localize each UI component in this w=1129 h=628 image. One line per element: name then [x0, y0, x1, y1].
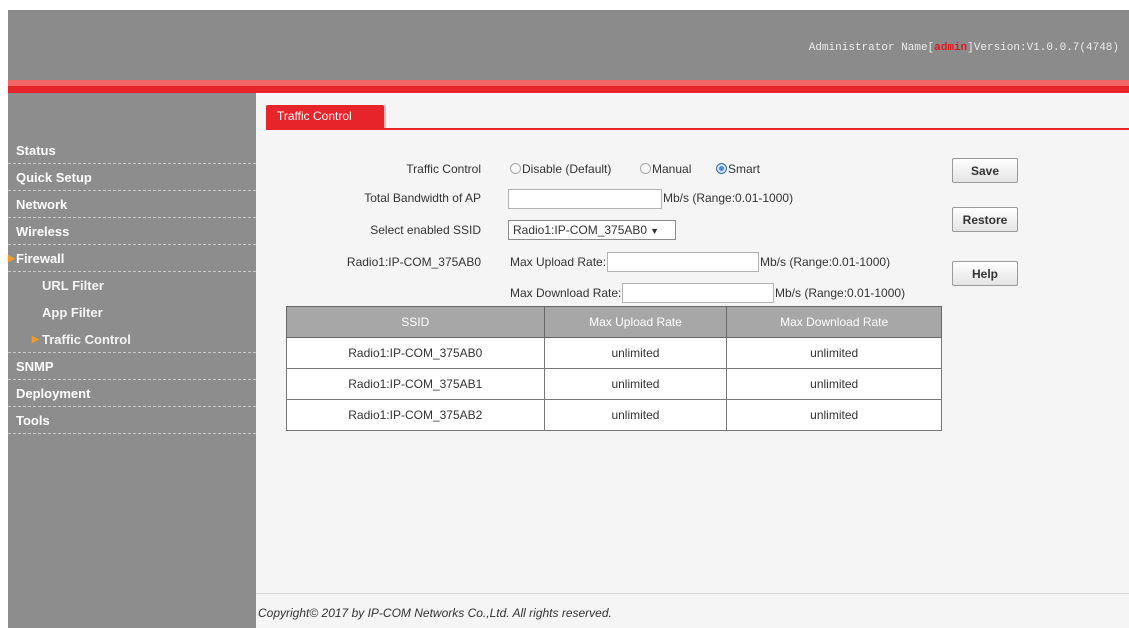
- max-download-label: Max Download Rate:: [510, 286, 622, 300]
- radio-disable-label: Disable (Default): [522, 162, 612, 176]
- sidebar-item-firewall[interactable]: ▶ Firewall: [8, 245, 256, 272]
- bandwidth-label: Total Bandwidth of AP: [364, 191, 481, 205]
- copyright-footer: Copyright© 2017 by IP-COM Networks Co.,L…: [256, 593, 1129, 628]
- cell-download: unlimited: [726, 368, 942, 400]
- sidebar-item-quick-setup[interactable]: Quick Setup: [8, 164, 256, 191]
- radio-manual[interactable]: [640, 163, 651, 174]
- max-upload-range: Mb/s (Range:0.01-1000): [760, 255, 891, 269]
- table-row: Radio1:IP-COM_375AB1 unlimited unlimited: [286, 368, 942, 400]
- column-header-ssid: SSID: [286, 306, 545, 338]
- cell-download: unlimited: [726, 399, 942, 431]
- cell-ssid: Radio1:IP-COM_375AB2: [286, 399, 545, 431]
- column-header-upload: Max Upload Rate: [543, 306, 728, 338]
- triangle-right-icon: ▶: [32, 334, 39, 344]
- radio-ssid-label: Radio1:IP-COM_375AB0: [346, 255, 481, 269]
- cell-upload: unlimited: [543, 368, 728, 400]
- max-upload-input[interactable]: [607, 252, 759, 272]
- save-button[interactable]: Save: [952, 158, 1018, 183]
- cell-ssid: Radio1:IP-COM_375AB1: [286, 368, 545, 400]
- header-accent-bar: [8, 86, 1129, 93]
- table-header-row: SSID Max Upload Rate Max Download Rate: [286, 306, 942, 338]
- table-row: Radio1:IP-COM_375AB0 unlimited unlimited: [286, 337, 942, 369]
- sidebar-item-label: URL Filter: [42, 278, 104, 293]
- cell-download: unlimited: [726, 337, 942, 369]
- sidebar-item-label: Tools: [16, 413, 50, 428]
- sidebar-menu: Status Quick Setup Network Wireless ▶ Fir…: [8, 137, 256, 434]
- sidebar-item-label: Status: [16, 143, 56, 158]
- radio-smart-label: Smart: [728, 162, 761, 176]
- traffic-control-label: Traffic Control: [406, 162, 481, 176]
- tab-underline: [266, 128, 1129, 130]
- sidebar-item-label: Firewall: [16, 251, 65, 266]
- sidebar-item-app-filter[interactable]: App Filter: [8, 299, 256, 326]
- cell-upload: unlimited: [543, 337, 728, 369]
- sidebar-item-deployment[interactable]: Deployment: [8, 380, 256, 407]
- bandwidth-input[interactable]: [508, 189, 662, 209]
- top-header: Administrator Name[admin]Version:V1.0.0.…: [8, 10, 1129, 82]
- radio-disable[interactable]: [510, 163, 521, 174]
- radio-manual-label: Manual: [652, 162, 692, 176]
- tab-traffic-control[interactable]: Traffic Control: [266, 105, 384, 128]
- admin-prefix: Administrator Name[: [808, 42, 935, 54]
- sidebar-item-network[interactable]: Network: [8, 191, 256, 218]
- bandwidth-range: Mb/s (Range:0.01-1000): [663, 191, 794, 205]
- ssid-rates-table: SSID Max Upload Rate Max Download Rate R…: [286, 306, 942, 431]
- cell-ssid: Radio1:IP-COM_375AB0: [286, 337, 545, 369]
- sidebar-item-snmp[interactable]: SNMP: [8, 353, 256, 380]
- admin-name: admin: [934, 42, 968, 54]
- ssid-select-label: Select enabled SSID: [370, 223, 481, 237]
- radio-smart[interactable]: [716, 163, 727, 174]
- max-upload-label: Max Upload Rate:: [510, 255, 607, 269]
- sidebar-item-wireless[interactable]: Wireless: [8, 218, 256, 245]
- max-download-range: Mb/s (Range:0.01-1000): [775, 286, 906, 300]
- sidebar-item-label: Traffic Control: [42, 332, 131, 347]
- sidebar: Status Quick Setup Network Wireless ▶ Fir…: [8, 93, 256, 628]
- sidebar-item-label: SNMP: [16, 359, 54, 374]
- main-content: Traffic Control Traffic Control Disable …: [256, 93, 1129, 628]
- cell-upload: unlimited: [543, 399, 728, 431]
- ssid-select-value: Radio1:IP-COM_375AB0: [513, 223, 648, 237]
- admin-info: Administrator Name[admin]Version:V1.0.0.…: [809, 42, 1119, 54]
- sidebar-item-url-filter[interactable]: URL Filter: [8, 272, 256, 299]
- sidebar-item-label: App Filter: [42, 305, 103, 320]
- table-row: Radio1:IP-COM_375AB2 unlimited unlimited: [286, 399, 942, 431]
- sidebar-item-status[interactable]: Status: [8, 137, 256, 164]
- max-download-input[interactable]: [622, 283, 774, 303]
- sidebar-item-traffic-control[interactable]: ▶ Traffic Control: [8, 326, 256, 353]
- sidebar-item-label: Network: [16, 197, 68, 212]
- column-header-download: Max Download Rate: [726, 306, 942, 338]
- chevron-down-icon: ▼: [650, 226, 659, 236]
- help-button[interactable]: Help: [952, 261, 1018, 286]
- triangle-right-icon: ▶: [8, 253, 15, 263]
- ssid-select[interactable]: Radio1:IP-COM_375AB0 ▼: [508, 220, 676, 240]
- version-text: ]Version:V1.0.0.7(4748): [967, 42, 1119, 54]
- sidebar-item-label: Quick Setup: [16, 170, 92, 185]
- sidebar-item-label: Wireless: [16, 224, 70, 239]
- restore-button[interactable]: Restore: [952, 207, 1018, 232]
- sidebar-item-tools[interactable]: Tools: [8, 407, 256, 434]
- sidebar-item-label: Deployment: [16, 386, 91, 401]
